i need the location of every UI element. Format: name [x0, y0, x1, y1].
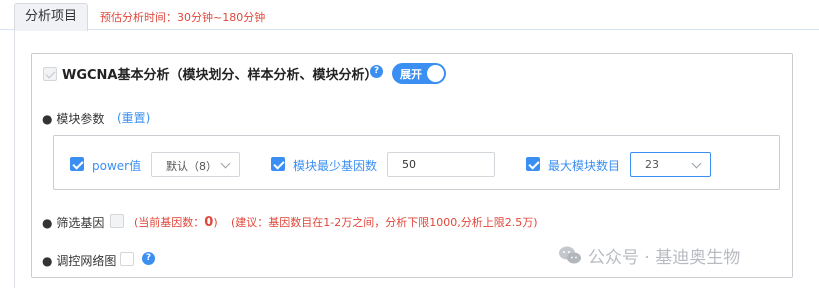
filter-label-text: 筛选基因	[56, 216, 105, 230]
gene-count-prefix: (当前基因数：	[134, 216, 205, 229]
power-select[interactable]: 默认（8）	[151, 152, 240, 177]
filter-checkbox[interactable]	[110, 214, 124, 228]
wechat-icon	[559, 246, 581, 264]
chevron-down-icon	[691, 158, 702, 169]
power-select-value: 默认（8）	[166, 160, 217, 173]
chevron-down-icon	[220, 158, 231, 169]
module-title: WGCNA基本分析（模块划分、样本分析、模块分析）	[62, 68, 378, 83]
gene-count-value: 0	[204, 215, 214, 230]
bullet-icon: ●	[42, 254, 53, 268]
max-modules-checkbox[interactable]	[526, 157, 540, 171]
tab-analysis-project[interactable]: 分析项目	[14, 3, 88, 31]
gene-count: (当前基因数：0)	[134, 214, 218, 230]
toggle-knob	[427, 65, 444, 82]
watermark-text: 公众号 · 基迪奥生物	[588, 248, 741, 268]
gene-count-advice: (建议：基因数目在1-2万之间，分析下限1000,分析上限2.5万)	[231, 216, 538, 229]
expand-toggle[interactable]: 展开	[392, 63, 446, 84]
max-modules-label: 最大模块数目	[548, 159, 621, 173]
toggle-label: 展开	[400, 68, 422, 81]
filter-section-label: ● 筛选基因	[42, 214, 104, 231]
module-checkbox[interactable]	[43, 67, 57, 81]
min-genes-label: 模块最少基因数	[293, 159, 378, 173]
min-genes-input[interactable]	[387, 152, 495, 177]
help-icon[interactable]: ?	[142, 252, 155, 265]
network-checkbox[interactable]	[120, 252, 134, 266]
power-label: power值	[92, 159, 142, 173]
min-genes-checkbox[interactable]	[271, 157, 285, 171]
bullet-icon: ●	[42, 216, 53, 230]
power-checkbox[interactable]	[70, 157, 84, 171]
reset-link[interactable]: (重置)	[117, 109, 150, 126]
network-label-text: 调控网络图	[56, 254, 117, 268]
tab-bar: 分析项目 预估分析时间：30分钟~180分钟	[0, 0, 819, 31]
max-modules-select[interactable]: 23	[630, 152, 711, 177]
network-section-label: ● 调控网络图	[42, 252, 116, 269]
params-section-label: ● 模块参数	[42, 110, 104, 127]
max-modules-select-value: 23	[645, 158, 659, 171]
params-label-text: 模块参数	[56, 112, 105, 126]
help-icon[interactable]: ?	[370, 65, 383, 78]
bullet-icon: ●	[42, 112, 53, 126]
gene-count-suffix: )	[213, 216, 218, 229]
estimate-time-note: 预估分析时间：30分钟~180分钟	[100, 11, 266, 24]
